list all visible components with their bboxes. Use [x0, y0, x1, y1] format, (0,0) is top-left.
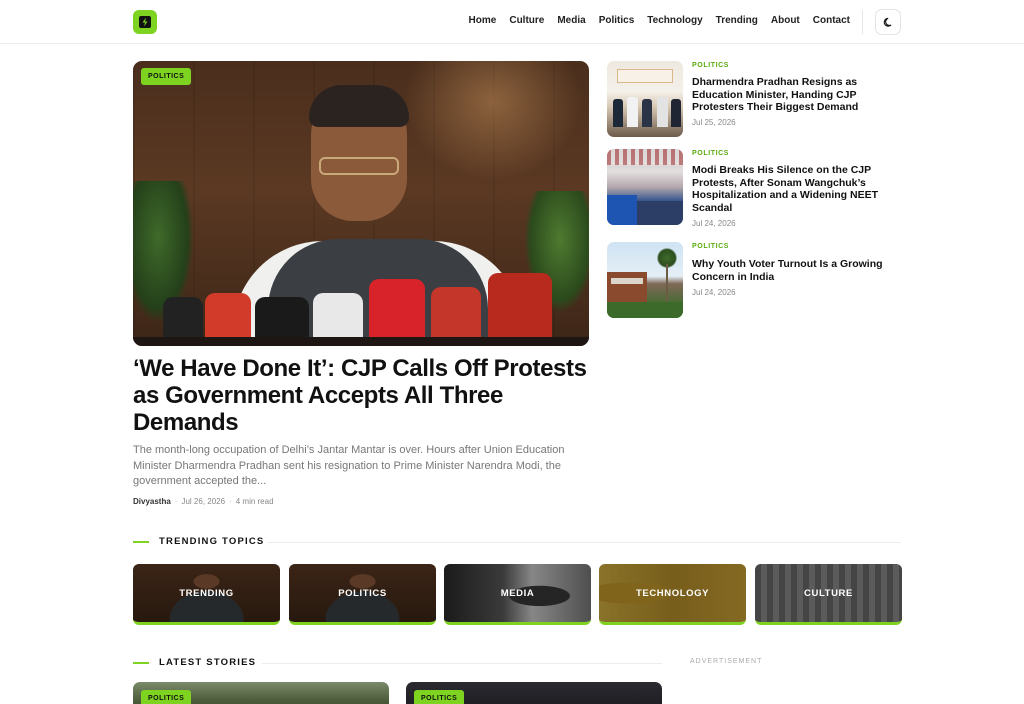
nav-technology[interactable]: Technology [647, 15, 702, 26]
latest-stories-label: LATEST STORIES [159, 657, 257, 668]
side-story-category[interactable]: POLITICS [692, 62, 729, 69]
moon-icon [883, 17, 891, 27]
latest-stories-heading: LATEST STORIES [133, 657, 256, 668]
side-story-thumbnail[interactable] [607, 61, 683, 137]
side-story[interactable]: POLITICS Dharmendra Pradhan Resigns as E… [607, 61, 907, 141]
side-story-title[interactable]: Dharmendra Pradhan Resigns as Education … [692, 76, 892, 114]
side-story-category[interactable]: POLITICS [692, 243, 729, 250]
latest-story-category-badge[interactable]: POLITICS [141, 690, 192, 704]
section-accent-bar [133, 661, 149, 664]
side-story-title[interactable]: Modi Breaks His Silence on the CJP Prote… [692, 164, 892, 214]
latest-story-category-badge[interactable]: POLITICS [414, 690, 465, 704]
hero-read-time: 4 min read [235, 497, 274, 506]
hero-meta: Divyastha · Jul 26, 2026 · 4 min read [133, 497, 274, 506]
side-story-title[interactable]: Why Youth Voter Turnout Is a Growing Con… [692, 258, 892, 283]
nav-media[interactable]: Media [557, 15, 585, 26]
section-accent-bar [133, 540, 149, 543]
hero-author[interactable]: Divyastha [133, 497, 171, 506]
latest-story-card[interactable]: POLITICS [406, 682, 662, 704]
trending-topics-heading: TRENDING TOPICS [133, 536, 264, 547]
side-story-date: Jul 24, 2026 [692, 288, 736, 297]
nav-divider [862, 10, 863, 34]
trending-topics-label: TRENDING TOPICS [159, 536, 265, 547]
side-story-category[interactable]: POLITICS [692, 150, 729, 157]
side-story-thumbnail[interactable] [607, 242, 683, 318]
hero-category-badge[interactable]: POLITICS [141, 68, 192, 85]
hero-title[interactable]: ‘We Have Done It’: CJP Calls Off Protest… [133, 355, 593, 436]
nav-about[interactable]: About [771, 15, 800, 26]
theme-toggle-button[interactable] [875, 9, 901, 35]
hero-image[interactable] [133, 61, 589, 346]
topic-label: CULTURE [804, 588, 853, 599]
site-logo[interactable] [133, 10, 157, 34]
latest-story-card[interactable]: POLITICS [133, 682, 389, 704]
lightning-bolt-icon [139, 16, 151, 28]
topic-label: TRENDING [179, 588, 234, 599]
nav-culture[interactable]: Culture [509, 15, 544, 26]
nav-politics[interactable]: Politics [599, 15, 635, 26]
section-divider [268, 542, 901, 543]
nav-trending[interactable]: Trending [716, 15, 758, 26]
section-divider [262, 663, 662, 664]
topic-card-politics[interactable]: POLITICS [289, 564, 436, 625]
site-header: Home Culture Media Politics Technology T… [0, 0, 1024, 44]
topic-label: POLITICS [338, 588, 387, 599]
side-story-date: Jul 24, 2026 [692, 219, 736, 228]
nav-contact[interactable]: Contact [813, 15, 850, 26]
nav-home[interactable]: Home [469, 15, 497, 26]
side-story-thumbnail[interactable] [607, 149, 683, 225]
topic-card-media[interactable]: MEDIA [444, 564, 591, 625]
side-story[interactable]: POLITICS Modi Breaks His Silence on the … [607, 149, 907, 229]
advertisement-label: ADVERTISEMENT [690, 658, 763, 665]
main-nav: Home Culture Media Politics Technology T… [456, 15, 850, 26]
topic-label: MEDIA [500, 588, 535, 599]
side-story-date: Jul 25, 2026 [692, 118, 736, 127]
hero-date: Jul 26, 2026 [181, 497, 226, 506]
hero-excerpt: The month-long occupation of Delhi’s Jan… [133, 444, 565, 487]
side-story[interactable]: POLITICS Why Youth Voter Turnout Is a Gr… [607, 242, 907, 322]
topic-card-trending[interactable]: TRENDING [133, 564, 280, 625]
topic-label: TECHNOLOGY [635, 588, 710, 599]
topic-card-technology[interactable]: TECHNOLOGY [599, 564, 746, 625]
topic-card-culture[interactable]: CULTURE [755, 564, 902, 625]
